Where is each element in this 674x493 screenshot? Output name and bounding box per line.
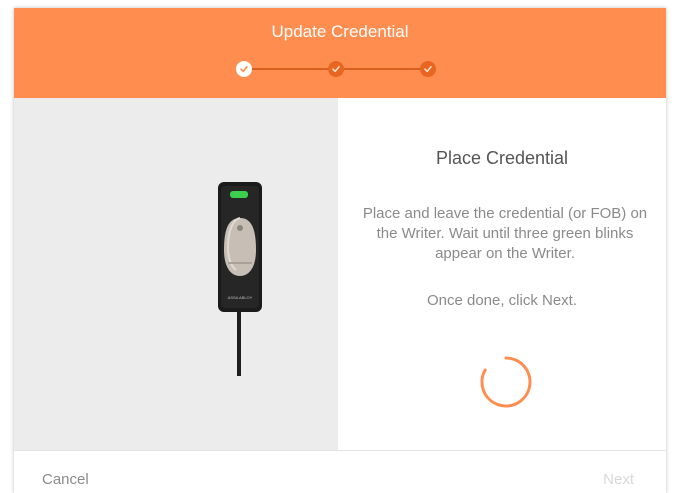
check-icon bbox=[240, 66, 248, 73]
check-icon bbox=[424, 66, 432, 73]
progress-stepper bbox=[236, 60, 436, 78]
fob-hole bbox=[237, 225, 243, 231]
step-3-indicator bbox=[420, 61, 436, 77]
instructions-panel: Place Credential Place and leave the cre… bbox=[338, 98, 666, 450]
writer-cable bbox=[237, 310, 241, 376]
device-illustration-panel: ASSA ABLOY bbox=[14, 98, 338, 450]
instructions-title: Place Credential bbox=[435, 148, 569, 168]
writer-led bbox=[230, 191, 248, 198]
check-icon bbox=[332, 66, 340, 73]
next-button[interactable]: Next bbox=[603, 471, 634, 488]
instructions-description: Place and leave the credential (or FOB) … bbox=[362, 205, 648, 262]
stepper-connector bbox=[344, 68, 420, 70]
writer-brand-logo: ASSA ABLOY bbox=[228, 295, 253, 300]
dialog-footer: Cancel Next bbox=[14, 450, 666, 493]
update-credential-dialog: Update Credential ASSA ABLOY Place Crede… bbox=[14, 8, 666, 493]
stepper-connector bbox=[252, 68, 328, 70]
instructions-hint: Once done, click Next. bbox=[426, 292, 578, 309]
step-1-indicator bbox=[236, 61, 252, 77]
step-2-indicator bbox=[328, 61, 344, 77]
dialog-header: Update Credential bbox=[14, 8, 666, 98]
loading-spinner-icon bbox=[480, 356, 532, 408]
cancel-button[interactable]: Cancel bbox=[42, 471, 89, 488]
credential-writer-image: ASSA ABLOY bbox=[218, 182, 262, 376]
dialog-title: Update Credential bbox=[271, 22, 409, 41]
